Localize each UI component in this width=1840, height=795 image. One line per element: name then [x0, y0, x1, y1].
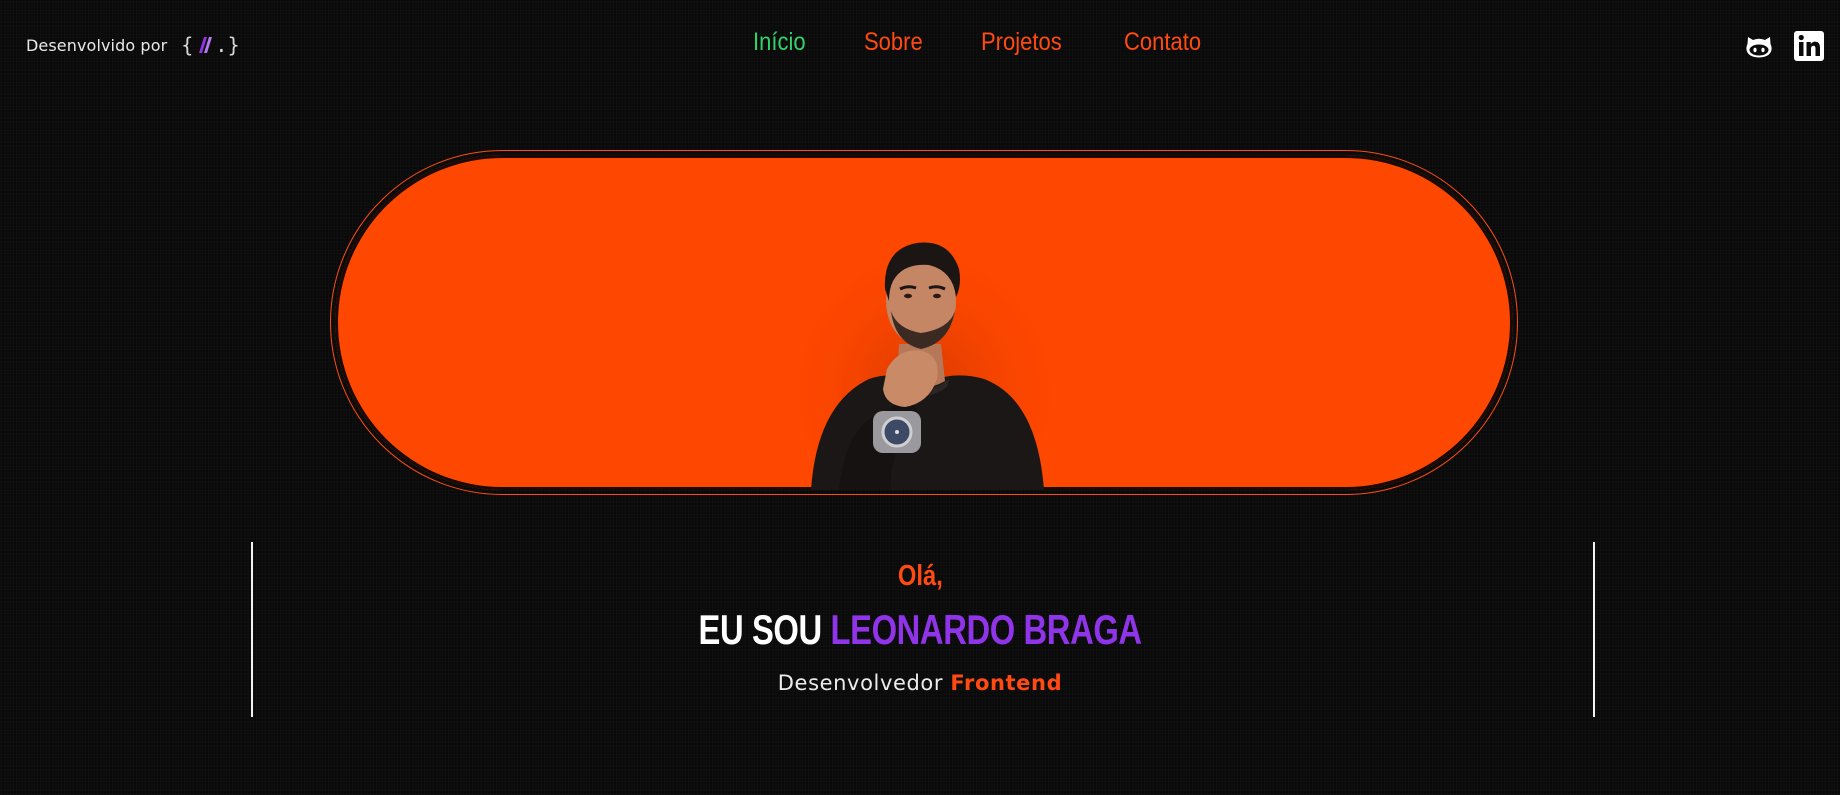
headline: EU SOU LEONARDO BRAGA: [0, 606, 1840, 654]
hero-banner: [335, 155, 1513, 490]
brand: Desenvolvido por { .}: [26, 33, 240, 57]
nav-item-contato[interactable]: Contato: [1124, 28, 1201, 57]
linkedin-icon: [1794, 31, 1824, 61]
main-nav: Início Sobre Projetos Contato: [753, 28, 1212, 57]
greeting-text: Olá,: [897, 560, 943, 592]
brand-logo-open-brace: {: [181, 33, 194, 57]
headline-prefix: EU SOU: [698, 606, 822, 653]
role-subtitle: Desenvolvedor Frontend: [0, 671, 1840, 695]
role-accent: Frontend: [950, 671, 1063, 695]
profile-portrait: [799, 239, 1049, 490]
nav-item-sobre[interactable]: Sobre: [864, 28, 923, 57]
nav-item-inicio[interactable]: Início: [753, 28, 806, 57]
github-icon: [1746, 37, 1772, 58]
linkedin-link[interactable]: [1793, 30, 1825, 62]
social-links: [1743, 30, 1825, 62]
headline-name: LEONARDO BRAGA: [830, 606, 1142, 653]
brand-logo[interactable]: { .}: [181, 33, 239, 57]
nav-item-projetos[interactable]: Projetos: [981, 28, 1062, 57]
github-link[interactable]: [1743, 30, 1775, 62]
brand-logo-mark: [199, 37, 213, 53]
brand-text: Desenvolvido por: [26, 35, 168, 55]
greeting: Olá,: [0, 560, 1840, 593]
brand-logo-close-brace: .}: [215, 33, 240, 57]
role-prefix: Desenvolvedor: [777, 671, 944, 695]
